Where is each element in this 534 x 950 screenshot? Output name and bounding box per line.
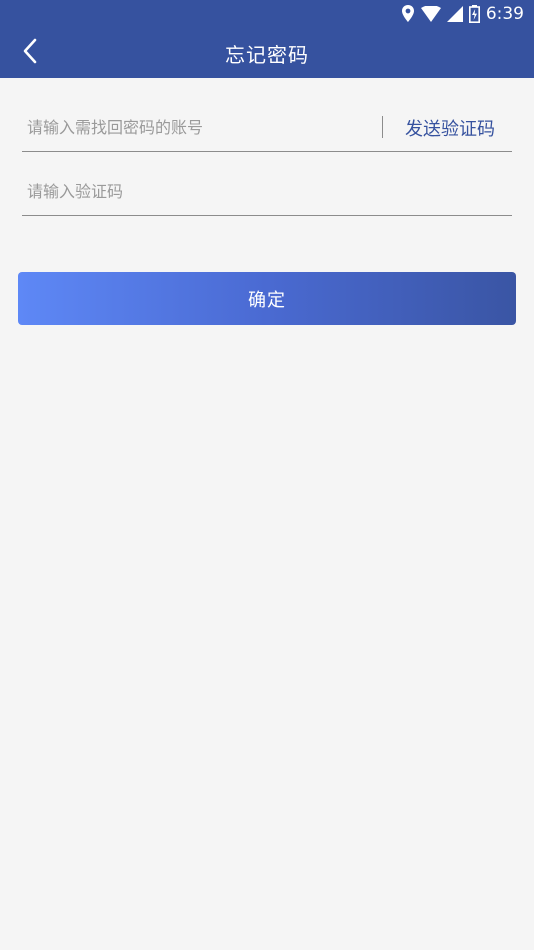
verification-code-input[interactable] (22, 168, 502, 215)
send-code-button[interactable]: 发送验证码 (405, 104, 495, 152)
account-field-row: 发送验证码 (22, 104, 512, 152)
back-button[interactable] (12, 35, 48, 71)
status-time: 6:39 (485, 4, 524, 24)
field-divider (382, 116, 383, 138)
chevron-left-icon (22, 38, 38, 68)
signal-icon (446, 6, 463, 22)
code-field-row (22, 168, 512, 216)
status-bar: 6:39 (0, 0, 534, 28)
account-input[interactable] (22, 104, 377, 151)
confirm-button[interactable]: 确定 (18, 272, 516, 325)
app-bar: 忘记密码 (0, 28, 534, 78)
page-title: 忘记密码 (225, 42, 309, 67)
wifi-icon (420, 6, 441, 22)
location-icon (401, 5, 415, 23)
battery-charging-icon (468, 5, 480, 23)
